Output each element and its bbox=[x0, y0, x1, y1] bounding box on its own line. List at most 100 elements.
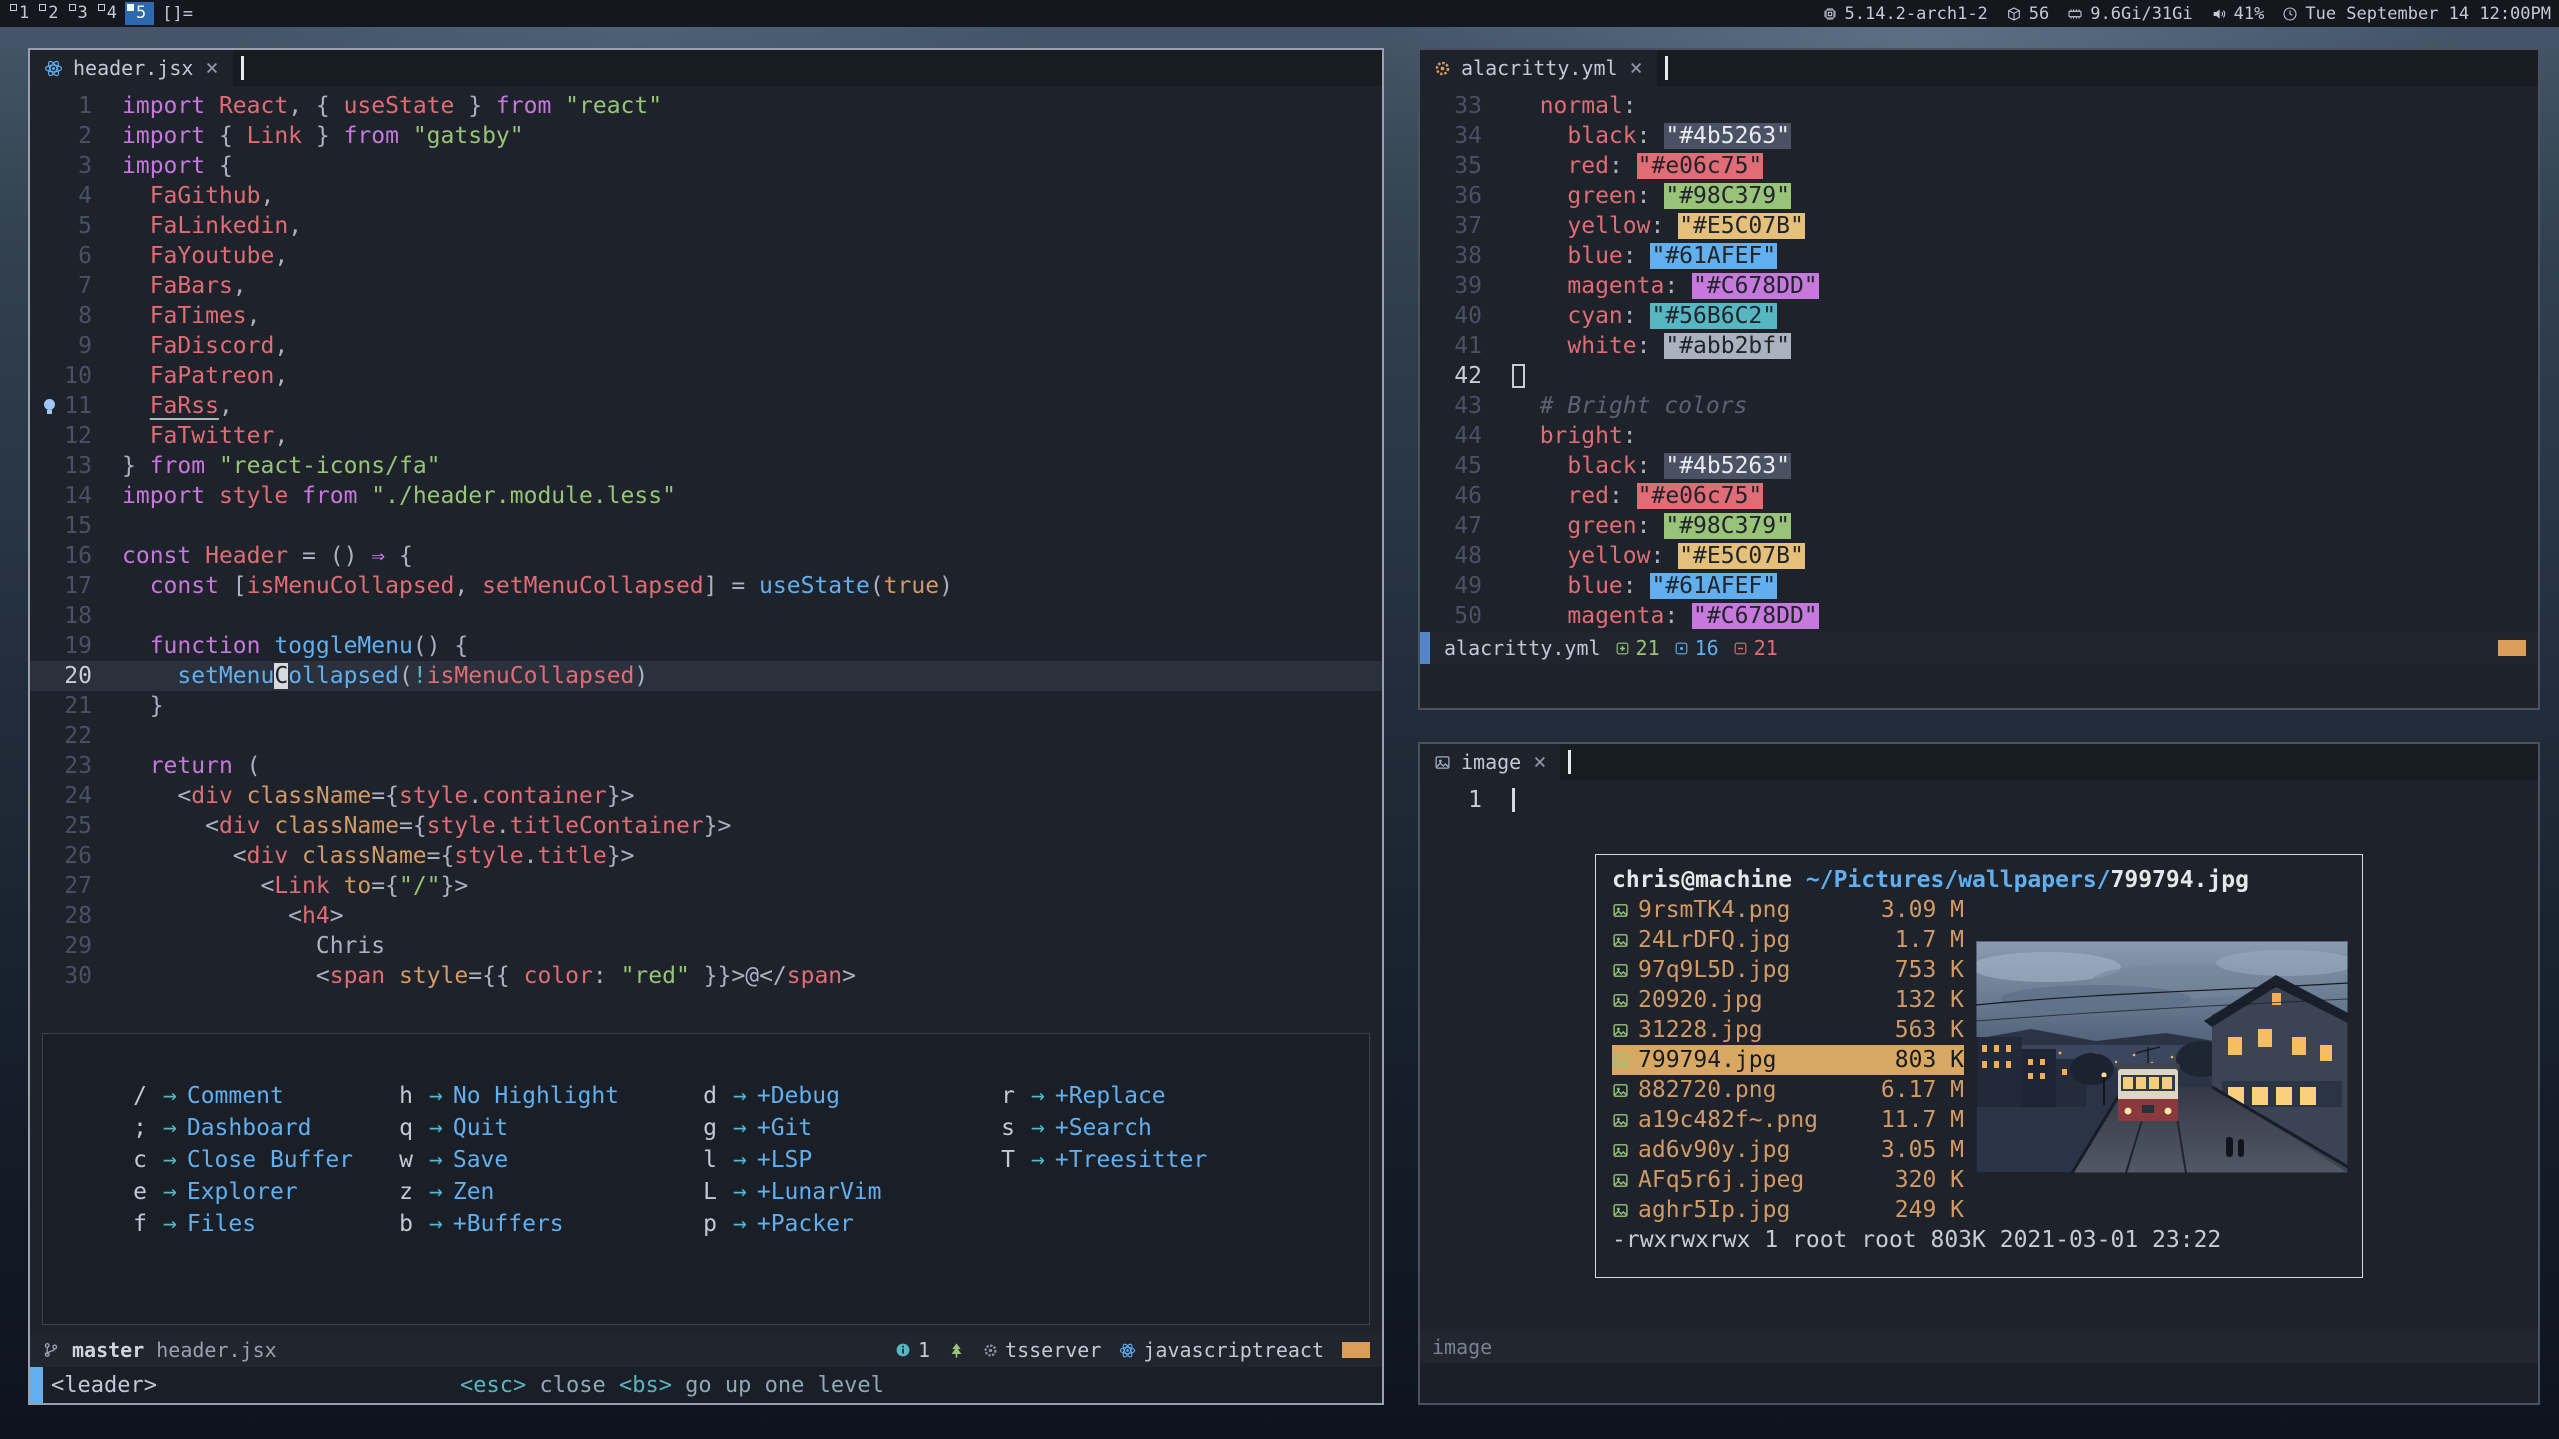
code-line-9: 9 FaDiscord, bbox=[30, 331, 1382, 361]
git-branch-icon bbox=[42, 1341, 60, 1359]
tag-3[interactable]: 3 bbox=[67, 2, 96, 25]
code-line-41: 41 white: "#abb2bf" bbox=[1420, 331, 2538, 361]
tabline-caret bbox=[1568, 750, 1571, 774]
tab-header-jsx[interactable]: header.jsx × bbox=[30, 50, 233, 86]
lsp-status: tsserver bbox=[983, 1338, 1101, 1362]
code-line-43: 43 # Bright colors bbox=[1420, 391, 2538, 421]
whichkey-mapping-g: g→+Git bbox=[697, 1112, 881, 1144]
terminal-buffer: 1 bbox=[1420, 780, 2538, 815]
status-bar: 12345 []= 5.14.2-arch1-2 56 9.6Gi/31Gi 4… bbox=[0, 0, 2559, 27]
react-icon bbox=[1119, 1342, 1136, 1359]
file-row-aghr5Ip.jpg[interactable]: aghr5Ip.jpg249 K bbox=[1612, 1195, 1964, 1225]
image-file-icon bbox=[1612, 1202, 1629, 1219]
whichkey-mapping-s: s→+Search bbox=[995, 1112, 1207, 1144]
whichkey-mapping-z: z→Zen bbox=[393, 1176, 619, 1208]
file-row-24LrDFQ.jpg[interactable]: 24LrDFQ.jpg1.7 M bbox=[1612, 925, 1964, 955]
statusline: alacritty.yml 21 16 21 bbox=[1420, 632, 2538, 664]
tag-2[interactable]: 2 bbox=[37, 2, 66, 25]
code-line-40: 40 cyan: "#56B6C2" bbox=[1420, 301, 2538, 331]
code-line-39: 39 magenta: "#C678DD" bbox=[1420, 271, 2538, 301]
tab-label: alacritty.yml bbox=[1461, 56, 1618, 80]
code-line-36: 36 green: "#98C379" bbox=[1420, 181, 2538, 211]
file-row-9rsmTK4.png[interactable]: 9rsmTK4.png3.09 M bbox=[1612, 895, 1964, 925]
file-row-882720.png[interactable]: 882720.png6.17 M bbox=[1612, 1075, 1964, 1105]
image-file-icon bbox=[1612, 1142, 1629, 1159]
code-action-lightbulb-icon[interactable] bbox=[44, 399, 55, 410]
code-line-50: 50 magenta: "#C678DD" bbox=[1420, 601, 2538, 631]
statusline: master header.jsx 1 tsserver javascriptr… bbox=[30, 1333, 1382, 1367]
code-line-38: 38 blue: "#61AFEF" bbox=[1420, 241, 2538, 271]
memory-icon bbox=[2067, 6, 2083, 22]
whichkey-mapping-p: p→+Packer bbox=[697, 1208, 881, 1240]
workspace-tags: 12345 bbox=[8, 2, 154, 25]
code-line-34: 34 black: "#4b5263" bbox=[1420, 121, 2538, 151]
code-line-5: 5 FaLinkedin, bbox=[30, 211, 1382, 241]
file-row-799794.jpg[interactable]: 799794.jpg803 K bbox=[1612, 1045, 1964, 1075]
code-line-28: 28 <h4> bbox=[30, 901, 1382, 931]
file-row-20920.jpg[interactable]: 20920.jpg132 K bbox=[1612, 985, 1964, 1015]
file-row-31228.jpg[interactable]: 31228.jpg563 K bbox=[1612, 1015, 1964, 1045]
command-line: <leader> <esc> close <bs> go up one leve… bbox=[30, 1367, 1382, 1403]
image-file-icon bbox=[1612, 1172, 1629, 1189]
command-line bbox=[1420, 1363, 2538, 1403]
code-line-22: 22 bbox=[30, 721, 1382, 751]
cmdline-cursor-block bbox=[30, 1367, 43, 1403]
mode-indicator bbox=[1420, 632, 1430, 664]
diagnostic-info: 1 bbox=[895, 1338, 930, 1362]
image-file-icon bbox=[1612, 1022, 1629, 1039]
tab-alacritty-yml[interactable]: alacritty.yml × bbox=[1420, 50, 1657, 86]
code-line-1: 1import React, { useState } from "react" bbox=[30, 91, 1382, 121]
code-line-48: 48 yellow: "#E5C07B" bbox=[1420, 541, 2538, 571]
code-line-33: 33 normal: bbox=[1420, 91, 2538, 121]
code-line-14: 14import style from "./header.module.les… bbox=[30, 481, 1382, 511]
layout-indicator[interactable]: []= bbox=[162, 4, 193, 24]
code-line-26: 26 <div className={style.title}> bbox=[30, 841, 1382, 871]
volume-icon bbox=[2211, 6, 2227, 22]
code-line-46: 46 red: "#e06c75" bbox=[1420, 481, 2538, 511]
code-line-7: 7 FaBars, bbox=[30, 271, 1382, 301]
diagnostic-count: 1 bbox=[918, 1338, 930, 1362]
shell-prompt: chris@machine ~/Pictures/wallpapers/7997… bbox=[1612, 865, 2346, 895]
code-line-20: 20 setMenuCollapsed(!isMenuCollapsed) bbox=[30, 661, 1382, 691]
git-branch-name: master bbox=[72, 1338, 144, 1362]
whichkey-mapping-T: T→+Treesitter bbox=[995, 1144, 1207, 1176]
tab-image[interactable]: image × bbox=[1420, 744, 1560, 780]
file-row-97q9L5D.jpg[interactable]: 97q9L5D.jpg753 K bbox=[1612, 955, 1964, 985]
lsp-gear-icon bbox=[983, 1343, 998, 1358]
scroll-indicator bbox=[1342, 1342, 1370, 1358]
statusline-filename: alacritty.yml bbox=[1444, 636, 1601, 660]
window-terminal-image: image × 1 chris@machine ~/Pictures/wallp… bbox=[1418, 742, 2540, 1405]
code-line-16: 16const Header = () ⇒ { bbox=[30, 541, 1382, 571]
code-line-13: 13} from "react-icons/fa" bbox=[30, 451, 1382, 481]
shell-user-host: chris@machine bbox=[1612, 867, 1792, 893]
window-editor-alacritty-yml: alacritty.yml × 33 normal:34 black: "#4b… bbox=[1418, 48, 2540, 710]
statusline-filename: image bbox=[1432, 1335, 1492, 1359]
package-status: 56 bbox=[2006, 4, 2049, 24]
code-line-18: 18 bbox=[30, 601, 1382, 631]
system-status: 5.14.2-arch1-2 56 9.6Gi/31Gi 41% Tue Sep… bbox=[1822, 4, 2552, 24]
code-line-30: 30 <span style={{ color: "red" }}>@</spa… bbox=[30, 961, 1382, 991]
whichkey-column: d→+Debugg→+Gitl→+LSPL→+LunarVimp→+Packer bbox=[697, 1080, 881, 1240]
memory-usage: 9.6Gi/31Gi bbox=[2090, 4, 2192, 24]
file-row-a19c482f~.png[interactable]: a19c482f~.png11.7 M bbox=[1612, 1105, 1964, 1135]
pending-keys: <leader> bbox=[51, 1373, 157, 1398]
tab-close-icon[interactable]: × bbox=[1630, 56, 1643, 81]
file-row-ad6v90y.jpg[interactable]: ad6v90y.jpg3.05 M bbox=[1612, 1135, 1964, 1165]
tab-close-icon[interactable]: × bbox=[1533, 750, 1546, 775]
clock-icon bbox=[2282, 6, 2298, 22]
image-icon bbox=[1434, 754, 1451, 771]
tab-close-icon[interactable]: × bbox=[205, 56, 218, 81]
tag-5[interactable]: 5 bbox=[125, 2, 154, 25]
code-line-45: 45 black: "#4b5263" bbox=[1420, 451, 2538, 481]
code-line-47: 47 green: "#98C379" bbox=[1420, 511, 2538, 541]
code-line-3: 3import { bbox=[30, 151, 1382, 181]
file-manager-preview: chris@machine ~/Pictures/wallpapers/7997… bbox=[1595, 854, 2363, 1278]
tabline: header.jsx × bbox=[30, 50, 1382, 86]
whichkey-mapping-;: ;→Dashboard bbox=[127, 1112, 353, 1144]
file-row-AFq5r6j.jpeg[interactable]: AFq5r6j.jpeg320 K bbox=[1612, 1165, 1964, 1195]
code-line-27: 27 <Link to={"/"}> bbox=[30, 871, 1382, 901]
image-file-icon bbox=[1612, 1052, 1629, 1069]
tag-1[interactable]: 1 bbox=[8, 2, 37, 25]
tag-4[interactable]: 4 bbox=[96, 2, 125, 25]
code-line-12: 12 FaTwitter, bbox=[30, 421, 1382, 451]
